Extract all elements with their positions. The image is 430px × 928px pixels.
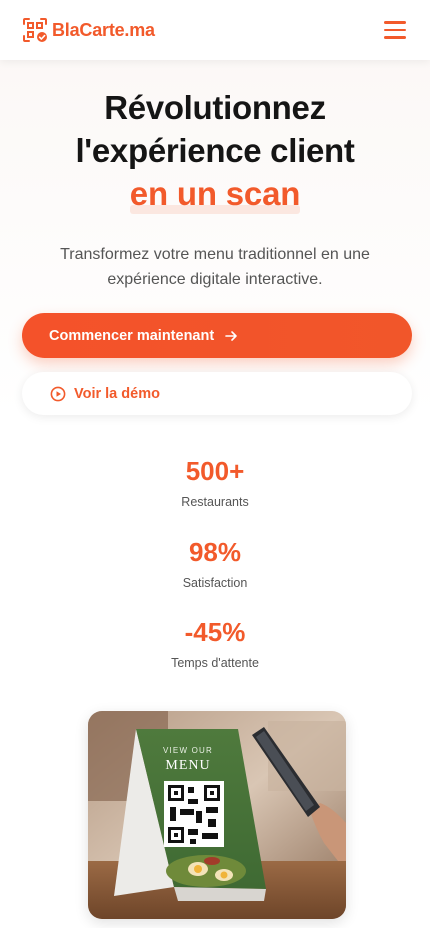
start-now-button[interactable]: Commencer maintenant [22, 313, 412, 358]
hero-title-line-2: l'expérience client [75, 132, 355, 169]
hero-title: Révolutionnez l'expérience client [0, 86, 430, 172]
qr-code-check-icon [23, 18, 47, 42]
stat-value: 500+ [185, 456, 245, 486]
view-demo-label: Voir la démo [74, 385, 160, 402]
arrow-right-icon [224, 329, 238, 343]
play-circle-icon [50, 386, 66, 402]
brand-name: BlaCarte.ma [52, 19, 155, 40]
hero-title-line-1: Révolutionnez [104, 89, 326, 126]
start-now-label: Commencer maintenant [49, 327, 215, 344]
stat-wait-time: -45% Temps d'attente [0, 616, 430, 670]
stat-value: -45% [184, 617, 246, 647]
hero-subtitle: Transformez votre menu traditionnel en u… [60, 246, 370, 288]
brand-logo-link[interactable]: BlaCarte.ma [22, 17, 155, 43]
stat-value: 98% [188, 537, 242, 567]
hero-title-accent: en un scan [129, 172, 301, 216]
stat-satisfaction: 98% Satisfaction [0, 536, 430, 590]
stat-label: Restaurants [181, 495, 249, 509]
hero-section: Révolutionnez l'expérience client en un … [0, 86, 430, 292]
qr-menu-tent-card-image: VIEW OUR MENU [88, 711, 346, 919]
stat-label: Temps d'attente [171, 656, 259, 670]
top-header: BlaCarte.ma [0, 0, 430, 60]
tent-card-top-text: VIEW OUR [163, 746, 213, 755]
stat-restaurants: 500+ Restaurants [0, 455, 430, 509]
view-demo-button[interactable]: Voir la démo [22, 372, 412, 415]
hamburger-menu-icon[interactable] [384, 21, 406, 39]
tent-card-title-text: MENU [165, 758, 210, 773]
hero-image: VIEW OUR MENU [88, 711, 346, 919]
stat-label: Satisfaction [182, 576, 248, 590]
